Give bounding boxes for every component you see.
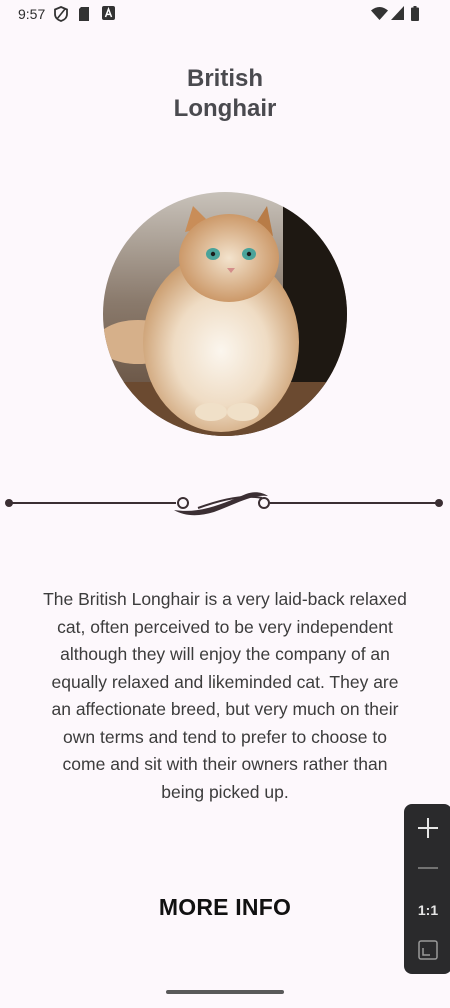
wifi-icon: [371, 7, 388, 20]
status-bar: 9:57: [0, 0, 450, 28]
zoom-panel: 1:1: [404, 804, 450, 974]
plus-icon: [418, 818, 438, 838]
zoom-out-button[interactable]: [404, 850, 450, 886]
breed-title-line2: Longhair: [173, 95, 277, 122]
breed-title: British Longhair: [0, 64, 450, 124]
cat-photo: [103, 192, 347, 436]
ornamental-divider: [5, 492, 443, 516]
status-time: 9:57: [18, 6, 46, 22]
signal-icon: [391, 6, 404, 20]
breed-title-line1: British: [186, 65, 263, 92]
home-indicator[interactable]: [166, 990, 284, 994]
battery-icon: [411, 6, 419, 21]
more-info-button[interactable]: MORE INFO: [0, 894, 450, 921]
zoom-ratio-button[interactable]: 1:1: [404, 892, 450, 928]
breed-description: The British Longhair is a very laid-back…: [43, 589, 407, 802]
a-badge-icon: [102, 6, 115, 20]
zoom-in-button[interactable]: [404, 810, 450, 846]
sim-card-icon: [79, 7, 89, 21]
minus-icon: [418, 867, 438, 869]
shield-icon: [54, 6, 68, 22]
fit-screen-button[interactable]: [404, 932, 450, 968]
fit-screen-icon: [418, 940, 438, 960]
